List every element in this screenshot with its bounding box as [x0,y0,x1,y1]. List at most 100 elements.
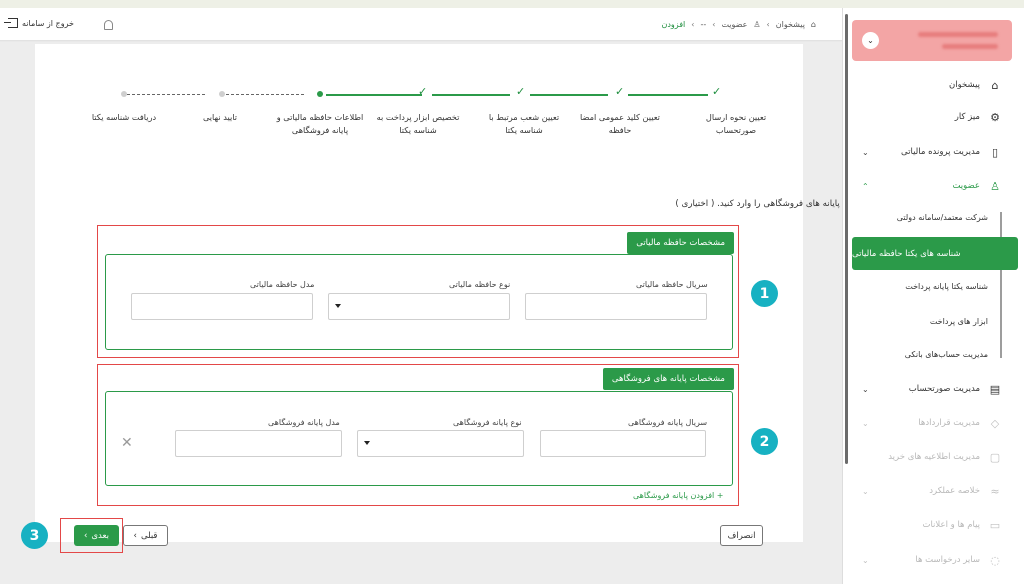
breadcrumb: ⌂ پیشخوان ‹ ♙ عضویت ‹ -- ‹ افزودن [661,20,816,29]
dropdown-arrow-icon [335,304,341,308]
check-icon: ✓ [516,85,526,98]
logout-label: خروج از سامانه [22,18,74,28]
remove-row-icon[interactable]: ✕ [121,435,133,451]
cancel-button[interactable]: انصراف [720,525,763,546]
next-button[interactable]: ‹ بعدی [74,525,119,546]
step-connector [326,94,422,96]
chevron-down-icon: ⌄ [862,384,869,394]
chevron-down-icon: ⌄ [862,486,869,496]
submenu-item-trusted-company[interactable]: شرکت معتمد/سامانه دولتی [897,213,988,222]
clipboard-icon: ▢ [989,450,1001,464]
sidebar-item-membership[interactable]: ♙ عضویت ⌃ [852,172,1012,200]
breadcrumb-item-add: افزودن [661,20,686,29]
breadcrumb-separator: ‹ [766,20,770,29]
request-icon: ◌ [990,553,1000,567]
step-connector [530,94,608,96]
top-strip [0,0,1024,8]
breadcrumb-item-dash: -- [700,20,707,29]
sidebar-item-workspace[interactable]: ⚙ میز کار [852,103,1012,131]
chart-icon: ≈ [990,484,1000,498]
step-dot-pending [121,91,127,97]
sidebar-item-other-requests[interactable]: ◌ سایر درخواست ها ⌄ [852,546,1012,574]
sidebar-item-tax-file[interactable]: ▯ مدیریت پرونده مالیاتی ⌄ [852,138,1012,166]
invoice-icon: ▤ [989,382,1001,396]
breadcrumb-item-membership[interactable]: عضویت [721,20,747,29]
prev-button[interactable]: ‹ قبلی [123,525,168,546]
sidebar-scrollbar[interactable] [845,14,848,464]
step-badge-2: 2 [751,428,778,455]
step-connector [127,94,205,95]
serial-label: سریال حافظه مالیاتی [636,280,708,289]
type-label: نوع حافظه مالیاتی [449,280,511,289]
step-badge-1: 1 [751,280,778,307]
user-id-redacted [942,44,998,49]
step-dot-pending [219,91,225,97]
model-label: مدل پایانه فروشگاهی [268,418,340,427]
dropdown-arrow-icon [364,441,370,445]
check-icon: ✓ [712,85,722,98]
breadcrumb-separator: ‹ [691,20,695,29]
home-icon: ⌂ [810,20,816,29]
step-badge-3: 3 [21,522,48,549]
type-label: نوع پایانه فروشگاهی [453,418,522,427]
step-label: تعیین کلید عمومی امضا حافظه [580,112,660,135]
sidebar-item-purchase-notices[interactable]: ▢ مدیریت اطلاعیه های خرید [852,443,1012,471]
pos-type-select[interactable] [357,430,524,457]
chevron-up-icon: ⌃ [862,181,869,191]
sidebar-item-invoice[interactable]: ▤ مدیریت صورتحساب ⌄ [852,375,1012,403]
workspace-icon: ⚙ [990,110,1000,124]
sidebar-item-contracts[interactable]: ◇ مدیریت قراردادها ⌄ [852,409,1012,437]
sidebar-item-dashboard[interactable]: ⌂ پیشخوان [852,71,1012,99]
logout-icon [4,18,18,28]
submenu-item-bank-accounts[interactable]: مدیریت حساب‌های بانکی [905,350,988,359]
user-icon: ♙ [753,20,761,29]
step-label-active: اطلاعات حافظه مالیاتی و پایانه فروشگاهی [276,112,364,135]
user-icon: ♙ [990,179,1000,193]
chevron-left-icon: ‹ [84,530,88,541]
serial-label: سریال پایانه فروشگاهی [628,418,708,427]
step-label: تعیین شعب مرتبط با شناسه یکتا [488,112,560,135]
plus-icon: + [716,491,724,500]
tax-memory-model-input[interactable] [131,293,313,320]
step-label: تخصیص ابزار پرداخت به شناسه یکتا [376,112,460,135]
tax-memory-serial-input[interactable] [525,293,707,320]
chevron-left-icon: ‹ [133,530,137,541]
chevron-down-icon: ⌄ [862,147,869,157]
submenu-item-tax-memory-ids[interactable]: شناسه های یکتا حافظه مالیاتی [852,237,1018,270]
tax-memory-type-select[interactable] [328,293,510,320]
model-label: مدل حافظه مالیاتی [250,280,315,289]
top-header: خروج از سامانه ⌂ پیشخوان ‹ ♙ عضویت ‹ -- … [0,8,842,41]
chevron-down-icon[interactable]: ⌄ [862,32,879,49]
check-icon: ✓ [418,85,428,98]
pos-model-input[interactable] [175,430,342,457]
step-label: تعیین نحوه ارسال صورتحساب [705,112,767,135]
add-pos-terminal-link[interactable]: + افزودن پایانه فروشگاهی [633,491,724,500]
user-name-redacted [918,32,998,37]
file-icon: ▯ [991,145,999,159]
breadcrumb-item-dashboard[interactable]: پیشخوان [776,20,805,29]
step-connector [628,94,708,96]
chevron-down-icon: ⌄ [862,555,869,565]
step-label: دریافت شناسه یکتا [91,112,157,122]
sidebar-item-messages[interactable]: ▭ پیام ها و اعلانات [852,511,1012,539]
submenu-scrollbar[interactable] [1000,212,1002,358]
chevron-down-icon: ⌄ [862,418,869,428]
home-icon: ⌂ [991,78,999,92]
step-connector [226,94,304,95]
check-icon: ✓ [615,85,625,98]
tax-memory-section-title: مشخصات حافظه مالیاتی [627,232,734,254]
breadcrumb-separator: ‹ [712,20,716,29]
message-icon: ▭ [989,518,1001,532]
pos-terminal-section-title: مشخصات پایانه های فروشگاهی [602,368,734,390]
step-dot-active [317,91,323,97]
contract-icon: ◇ [990,416,1000,430]
step-label: تایید نهایی [202,112,238,122]
sidebar-item-performance[interactable]: ≈ خلاصه عملکرد ⌄ [852,477,1012,505]
logout-button[interactable]: خروج از سامانه [4,18,74,28]
step-connector [432,94,510,96]
submenu-item-payment-tools[interactable]: ابزار های پرداخت [930,317,988,326]
submenu-item-payment-terminal-id[interactable]: شناسه یکتا پایانه پرداخت [905,282,988,291]
pos-serial-input[interactable] [540,430,706,457]
bell-icon[interactable] [104,20,113,30]
user-profile-card[interactable]: ⌄ [852,20,1012,61]
